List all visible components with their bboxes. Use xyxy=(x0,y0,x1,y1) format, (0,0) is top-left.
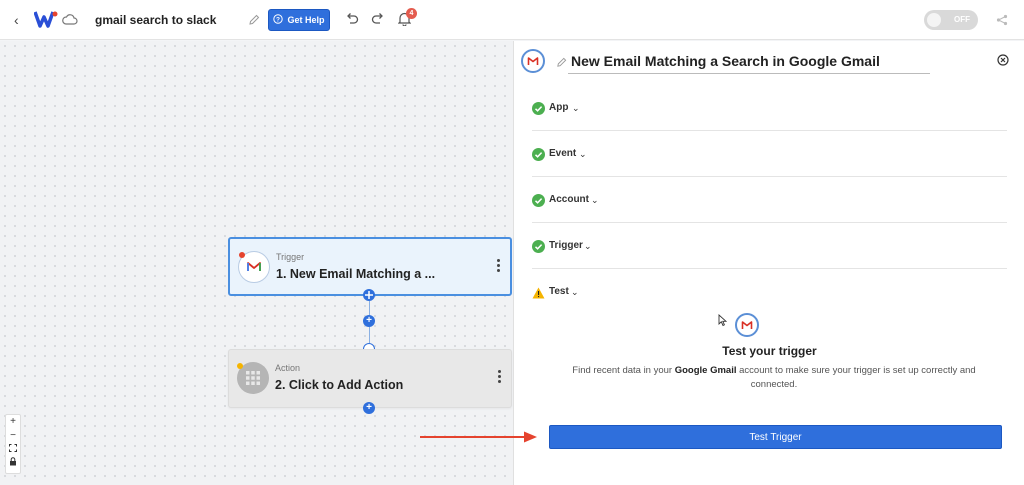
flow-name[interactable]: gmail search to slack xyxy=(95,13,216,27)
get-help-button[interactable]: ? Get Help xyxy=(268,9,330,31)
step-label: Test xyxy=(549,286,569,297)
test-description: Find recent data in your Google Gmail ac… xyxy=(572,365,976,390)
lock-icon[interactable] xyxy=(6,457,20,471)
cloud-icon xyxy=(62,12,78,30)
check-circle-icon xyxy=(532,102,545,120)
gmail-icon xyxy=(735,313,759,337)
warning-icon xyxy=(532,286,545,304)
step-test[interactable]: Test ⌄ xyxy=(532,269,1007,315)
test-title: Test your trigger xyxy=(722,344,817,358)
svg-text:?: ? xyxy=(276,17,280,24)
undo-icon[interactable] xyxy=(345,12,359,30)
step-label: App xyxy=(549,102,569,113)
warning-dot xyxy=(237,363,243,369)
node-title: 2. Click to Add Action xyxy=(275,378,404,392)
connector-line xyxy=(369,327,370,343)
chevron-down-icon: ⌄ xyxy=(579,149,587,159)
drag-handle-icon[interactable] xyxy=(363,289,375,301)
close-icon[interactable] xyxy=(997,53,1009,71)
connector-line xyxy=(369,301,370,315)
step-label: Event xyxy=(549,148,577,159)
step-account[interactable]: Account ⌄ xyxy=(532,177,1007,223)
add-step-button[interactable]: + xyxy=(363,402,375,414)
node-type-label: Action xyxy=(275,363,301,373)
panel-title[interactable]: New Email Matching a Search in Google Gm… xyxy=(571,53,880,69)
step-trigger[interactable]: Trigger ⌄ xyxy=(532,223,1007,269)
chevron-down-icon: ⌄ xyxy=(584,241,592,251)
check-circle-icon xyxy=(532,148,545,166)
test-trigger-button[interactable]: Test Trigger xyxy=(549,425,1002,449)
toggle-label: OFF xyxy=(954,15,970,24)
node-title: 1. New Email Matching a ... xyxy=(276,267,436,281)
chevron-down-icon: ⌄ xyxy=(591,195,599,205)
step-label: Account xyxy=(549,194,589,205)
step-config-panel: New Email Matching a Search in Google Gm… xyxy=(513,41,1024,485)
zoom-controls: + − xyxy=(5,414,21,474)
step-label: Trigger xyxy=(549,240,583,251)
flow-toggle[interactable]: OFF xyxy=(924,10,978,30)
fit-view-icon[interactable] xyxy=(6,443,20,457)
step-app[interactable]: App ⌄ xyxy=(532,85,1007,131)
annotation-arrow-icon xyxy=(420,430,540,449)
notification-badge: 4 xyxy=(406,8,417,19)
help-icon: ? xyxy=(273,14,284,26)
check-circle-icon xyxy=(532,240,545,258)
cursor-icon xyxy=(718,313,728,332)
more-options-icon[interactable] xyxy=(497,259,500,274)
get-help-label: Get Help xyxy=(287,15,325,25)
zoom-in-icon[interactable]: + xyxy=(6,415,20,429)
redo-icon[interactable] xyxy=(371,12,385,30)
title-underline xyxy=(568,73,930,74)
trigger-node[interactable]: Trigger 1. New Email Matching a ... xyxy=(228,237,512,296)
chevron-down-icon: ⌄ xyxy=(571,287,579,297)
check-circle-icon xyxy=(532,194,545,212)
top-bar: ‹ gmail search to slack ? Get Help 4 OFF xyxy=(0,0,1024,40)
error-dot xyxy=(239,252,245,258)
gmail-icon xyxy=(521,49,545,73)
more-options-icon[interactable] xyxy=(498,370,501,385)
zoom-out-icon[interactable]: − xyxy=(6,429,20,443)
add-step-button[interactable]: + xyxy=(363,315,375,327)
app-logo[interactable] xyxy=(33,10,58,33)
back-icon[interactable]: ‹ xyxy=(14,12,19,28)
pencil-icon[interactable] xyxy=(248,13,260,31)
step-event[interactable]: Event ⌄ xyxy=(532,131,1007,177)
node-type-label: Trigger xyxy=(276,252,305,262)
action-node[interactable]: Action 2. Click to Add Action xyxy=(228,349,512,408)
chevron-down-icon: ⌄ xyxy=(572,103,580,113)
share-icon[interactable] xyxy=(996,13,1008,31)
pencil-icon[interactable] xyxy=(556,55,567,73)
toggle-knob xyxy=(927,13,941,27)
